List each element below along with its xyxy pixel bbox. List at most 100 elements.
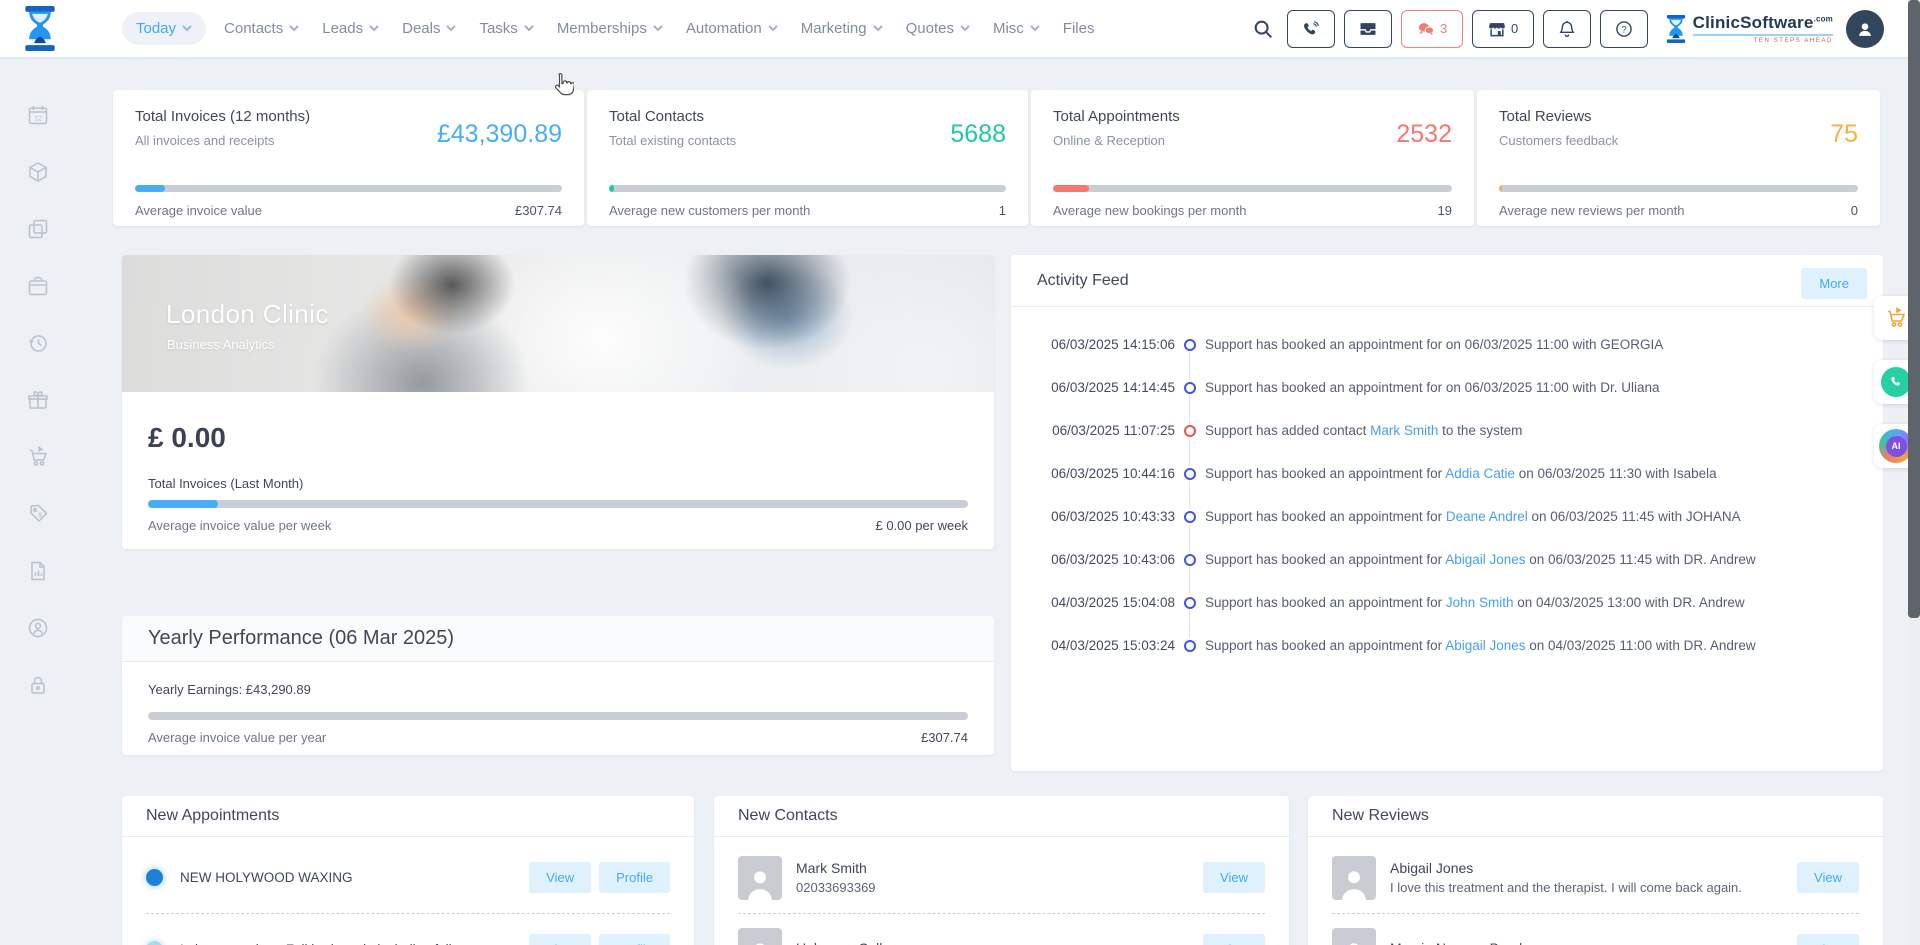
stat-avg-value: 0 [1850,203,1858,218]
nav-item-quotes[interactable]: Quotes [901,12,975,45]
nav-item-deals[interactable]: Deals [397,12,461,45]
phone-icon [1881,367,1911,397]
inbox-button[interactable] [1343,9,1392,48]
nav-item-leads[interactable]: Leads [317,12,384,45]
stat-value: £43,390.89 [436,120,562,148]
nav-item-today[interactable]: Today [122,12,207,45]
gift-icon[interactable] [26,388,50,412]
person-silhouette-icon [1349,942,1359,945]
main-nav: Today Contacts Leads Deals Tasks Members… [122,12,1099,45]
nav-label: Deals [402,20,441,37]
nav-label: Misc [992,20,1024,37]
avg-year-value: £307.74 [921,730,968,745]
lock-icon[interactable] [26,673,50,697]
history-icon[interactable] [26,331,50,355]
inbox-icon [1360,22,1376,35]
new-appointments-title: New Appointments [122,796,694,837]
page-scrollbar[interactable] [1908,0,1920,945]
reviewer-name: Marcia Navarro Brooks [1390,940,1533,945]
stat-progress-fill [135,185,165,192]
contact-link[interactable]: Mark Smith [1370,423,1438,438]
activity-more-button[interactable]: More [1801,268,1867,299]
chevron-down-icon [446,25,457,32]
person-silhouette-icon [1341,870,1367,900]
nav-item-files[interactable]: Files [1058,12,1100,45]
profile-button[interactable]: Profile [599,862,670,893]
contact-link[interactable]: Abigail Jones [1445,552,1525,567]
bell-icon [1559,20,1575,37]
contact-link[interactable]: Addia Catie [1445,466,1515,481]
store-icon [1489,22,1505,36]
nav-item-marketing[interactable]: Marketing [796,12,888,45]
user-avatar[interactable] [1846,9,1884,48]
package-icon[interactable] [26,160,50,184]
view-button[interactable]: View [529,934,592,945]
svg-text:$: $ [38,512,42,519]
contact-row: Mark Smith 02033693369 View [738,842,1265,913]
profile-button[interactable]: Profile [599,934,670,945]
nav-label: Leads [322,20,364,37]
cart-icon[interactable] [26,445,50,469]
activity-entry: 06/03/2025 10:43:06 Support has booked a… [1011,538,1883,595]
view-button[interactable]: View [1203,934,1265,945]
chat-messages-button[interactable]: 3 [1400,9,1463,48]
phone-icon [1890,376,1900,386]
search-icon[interactable] [1252,18,1274,40]
contact-link[interactable]: John Smith [1446,595,1514,610]
view-button[interactable]: View [1203,862,1265,893]
activity-entry: 06/03/2025 11:07:25 Support has added co… [1011,409,1883,466]
chevron-down-icon [873,25,883,32]
chat-bubbles-icon [1418,22,1434,35]
stat-title: Total Reviews [1499,108,1592,125]
nav-item-tasks[interactable]: Tasks [474,12,538,45]
notifications-button[interactable] [1542,9,1591,48]
view-button[interactable]: View [529,862,592,893]
bookings-calendar-icon[interactable] [26,274,50,298]
brand-tagline: TEN STEPS AHEAD [1692,34,1833,44]
avatar [738,927,782,945]
avg-week-value: £ 0.00 per week [875,518,968,533]
stat-progress-fill [1053,185,1089,192]
nav-item-misc[interactable]: Misc [988,12,1045,45]
nav-item-memberships[interactable]: Memberships [552,12,668,45]
chat-count-badge: 3 [1440,21,1448,36]
store-button[interactable]: 0 [1471,9,1534,48]
view-button[interactable]: View [1797,934,1859,945]
nav-item-automation[interactable]: Automation [681,12,783,45]
report-icon[interactable] [26,559,50,583]
stat-subtitle: Customers feedback [1499,133,1619,148]
nav-item-contacts[interactable]: Contacts [219,12,304,45]
nav-label: Today [136,20,177,37]
chevron-down-icon [289,25,299,32]
timeline-dot [1175,381,1205,394]
copy-icon[interactable] [26,217,50,241]
view-button[interactable]: View [1797,862,1859,893]
activity-feed-header: Activity Feed More [1011,255,1883,307]
scrollbar-thumb[interactable] [1908,0,1920,618]
stat-card-total-reviews: Total Reviews Customers feedback 75 Aver… [1477,90,1880,226]
nav-label: Automation [685,20,762,37]
price-tag-icon[interactable]: $ [26,502,50,526]
account-icon[interactable] [26,616,50,640]
contact-link[interactable]: Deane Andrel [1446,509,1528,524]
avatar [1332,855,1376,900]
left-sidebar: 12 $ [0,57,76,697]
clinicsoftware-logo-icon[interactable] [22,6,58,51]
stat-value: 75 [1830,120,1858,148]
help-button[interactable]: ? [1599,9,1648,48]
yearly-performance-card: Yearly Performance (06 Mar 2025) Yearly … [122,616,994,755]
calendar-12-icon[interactable]: 12 [26,103,50,127]
chevron-down-icon [768,25,778,32]
nav-label: Tasks [479,20,518,37]
contact-link[interactable]: Abigail Jones [1445,638,1525,653]
timeline-dot [1175,338,1205,351]
new-reviews-title: New Reviews [1308,796,1883,837]
brand-logo[interactable]: ClinicSoftware.com TEN STEPS AHEAD [1665,13,1833,44]
contact-name: Unknown Caller [796,940,895,945]
stat-average-row: Average new customers per month 1 [609,203,1006,218]
contact-name: Mark Smith [796,860,867,876]
avg-year-label: Average invoice value per year [148,730,327,745]
brand-tld: .com [1813,14,1833,24]
chevron-down-icon [369,25,379,32]
phone-calls-button[interactable] [1286,9,1335,48]
